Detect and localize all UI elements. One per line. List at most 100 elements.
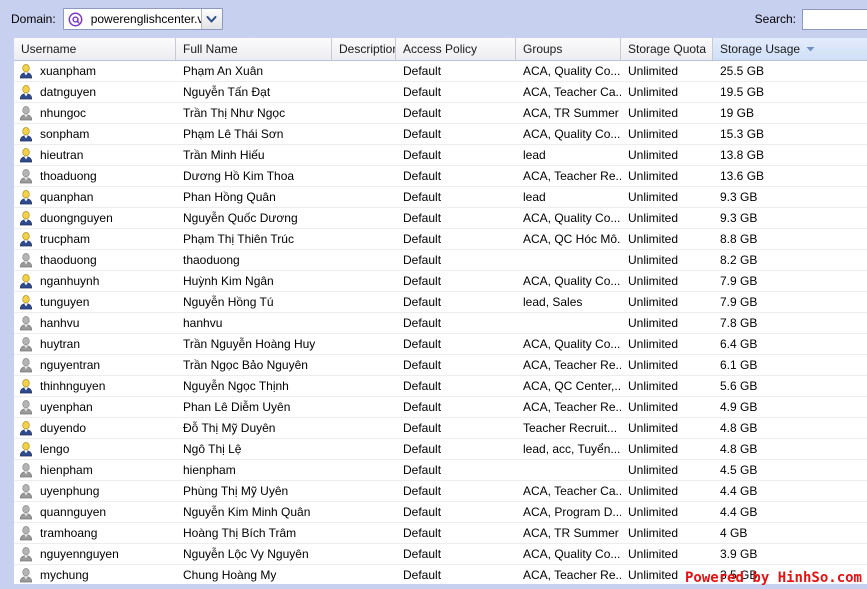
cell-description: [332, 481, 396, 502]
cell-storage_quota: Unlimited: [628, 505, 679, 519]
cell-storage_quota: Unlimited: [628, 463, 679, 477]
table-row[interactable]: uyenphung Phùng Thị Mỹ Uyên Default ACA, Te…: [14, 481, 867, 502]
table-row[interactable]: hanhvu hanhvu Default Unlimited 7.8 GB: [14, 313, 867, 334]
cell-storage_quota: Unlimited: [628, 379, 679, 393]
username-text: lengo: [40, 442, 70, 456]
table-row[interactable]: lengo Ngô Thị Lệ Default lead, acc, Tuyển..…: [14, 439, 867, 460]
cell-storage_usage: 4.8 GB: [720, 421, 758, 435]
user-inactive-icon: [18, 315, 34, 331]
user-management-window: Domain: powerenglishcenter.vn Search: Us…: [0, 0, 867, 589]
table-row[interactable]: nguyennguyen Nguyễn Lộc Vy Nguyên Default A…: [14, 544, 867, 565]
cell-fullname: Trần Ngọc Bảo Nguyên: [183, 358, 308, 372]
cell-groups: ACA, Teacher Re...: [523, 568, 621, 582]
cell-storage_quota: Unlimited: [628, 337, 679, 351]
cell-storage_quota: Unlimited: [628, 106, 679, 120]
cell-description: [332, 418, 396, 439]
column-header-label: Storage Quota: [628, 42, 707, 56]
cell-storage_quota: Unlimited: [628, 169, 679, 183]
cell-username: thinhnguyen: [14, 376, 176, 397]
cell-groups: ACA, Teacher Re...: [523, 358, 621, 372]
cell-access_policy: Default: [403, 421, 442, 435]
cell-storage_quota: Unlimited: [628, 232, 679, 246]
cell-fullname: Ngô Thị Lệ: [183, 442, 242, 456]
cell-storage_quota: Unlimited: [628, 316, 679, 330]
column-header-fullname[interactable]: Full Name: [176, 38, 332, 60]
table-row[interactable]: quanphan Phan Hồng Quân Default lead Unlimit…: [14, 187, 867, 208]
cell-access_policy: Default: [403, 358, 442, 372]
user-inactive-icon: [18, 336, 34, 352]
cell-storage_usage: 6.4 GB: [720, 337, 758, 351]
column-header-description[interactable]: Description: [332, 38, 396, 60]
user-inactive-icon: [18, 252, 34, 268]
column-header-label: Description: [339, 42, 396, 56]
cell-description: [332, 229, 396, 250]
cell-username: trucpham: [14, 229, 176, 250]
table-row[interactable]: tunguyen Nguyễn Hồng Tú Default lead, Sales…: [14, 292, 867, 313]
cell-fullname: hanhvu: [183, 316, 223, 330]
user-active-icon: [18, 84, 34, 100]
table-row[interactable]: huytran Trần Nguyễn Hoàng Huy Default ACA, …: [14, 334, 867, 355]
table-row[interactable]: thaoduong thaoduong Default Unlimited 8.2 GB: [14, 250, 867, 271]
cell-username: nganhuynh: [14, 271, 176, 292]
cell-fullname: Hoàng Thị Bích Trâm: [183, 526, 297, 540]
column-header-label: Username: [21, 42, 77, 56]
cell-username: tunguyen: [14, 292, 176, 313]
table-row[interactable]: hieutran Trần Minh Hiếu Default lead Unlimit…: [14, 145, 867, 166]
cell-username: thaoduong: [14, 250, 176, 271]
table-row[interactable]: duongnguyen Nguyễn Quốc Dương Default ACA, …: [14, 208, 867, 229]
chevron-down-icon[interactable]: [200, 9, 222, 29]
table-row[interactable]: tramhoang Hoàng Thị Bích Trâm Default ACA, …: [14, 523, 867, 544]
column-header-groups[interactable]: Groups: [516, 38, 621, 60]
column-header-storage_quota[interactable]: Storage Quota: [621, 38, 713, 60]
user-active-icon: [18, 294, 34, 310]
username-text: duyendo: [40, 421, 87, 435]
cell-groups: lead: [523, 148, 546, 162]
cell-storage_quota: Unlimited: [628, 85, 679, 99]
search-input[interactable]: [802, 8, 867, 30]
table-row[interactable]: nguyentran Trần Ngọc Bảo Nguyên Default ACA…: [14, 355, 867, 376]
user-inactive-icon: [18, 105, 34, 121]
table-row[interactable]: nganhuynh Huỳnh Kim Ngân Default ACA, Quali…: [14, 271, 867, 292]
table-row[interactable]: sonpham Phạm Lê Thái Sơn Default ACA, Quali…: [14, 124, 867, 145]
cell-fullname: Dương Hồ Kim Thoa: [183, 169, 295, 183]
cell-access_policy: Default: [403, 295, 442, 309]
cell-access_policy: Default: [403, 526, 442, 540]
user-inactive-icon: [18, 483, 34, 499]
username-text: nguyentran: [40, 358, 101, 372]
domain-label: Domain:: [11, 12, 56, 26]
username-text: tunguyen: [40, 295, 90, 309]
cell-username: xuanpham: [14, 61, 176, 82]
table-row[interactable]: nhungoc Trần Thị Như Ngọc Default ACA, TR S…: [14, 103, 867, 124]
cell-fullname: Đỗ Thị Mỹ Duyên: [183, 421, 276, 435]
cell-storage_usage: 7.9 GB: [720, 295, 758, 309]
table-row[interactable]: trucpham Phạm Thị Thiên Trúc Default ACA, Q…: [14, 229, 867, 250]
table-row[interactable]: xuanpham Phạm An Xuân Default ACA, Quality …: [14, 61, 867, 82]
cell-username: nhungoc: [14, 103, 176, 124]
cell-username: quanphan: [14, 187, 176, 208]
table-row[interactable]: thoaduong Dương Hồ Kim Thoa Default ACA, Te…: [14, 166, 867, 187]
cell-groups: [516, 313, 621, 334]
cell-description: [332, 376, 396, 397]
domain-dropdown[interactable]: powerenglishcenter.vn: [62, 8, 223, 30]
username-text: sonpham: [40, 127, 90, 141]
table-row[interactable]: thinhnguyen Nguyễn Ngọc Thịnh Default ACA, …: [14, 376, 867, 397]
table-row[interactable]: uyenphan Phan Lê Diễm Uyên Default ACA, Tea…: [14, 397, 867, 418]
table-row[interactable]: duyendo Đỗ Thị Mỹ Duyên Default Teacher Rec…: [14, 418, 867, 439]
table-row[interactable]: datnguyen Nguyễn Tấn Đạt Default ACA, Teach…: [14, 82, 867, 103]
cell-username: uyenphan: [14, 397, 176, 418]
table-row[interactable]: hienpham hienpham Default Unlimited 4.5 GB: [14, 460, 867, 481]
cell-fullname: hienpham: [183, 463, 236, 477]
column-header-access_policy[interactable]: Access Policy: [396, 38, 516, 60]
cell-storage_usage: 8.8 GB: [720, 232, 758, 246]
column-header-username[interactable]: Username: [14, 38, 176, 60]
cell-fullname: Phan Lê Diễm Uyên: [183, 400, 291, 414]
table-row[interactable]: mychung Chung Hoàng My Default ACA, Teacher…: [14, 565, 867, 586]
cell-storage_quota: Unlimited: [628, 148, 679, 162]
column-header-storage_usage[interactable]: Storage Usage: [713, 38, 867, 60]
cell-fullname: Phan Hồng Quân: [183, 190, 276, 204]
cell-description: [332, 397, 396, 418]
username-text: thinhnguyen: [40, 379, 106, 393]
cell-access_policy: Default: [403, 463, 442, 477]
cell-fullname: Phạm Lê Thái Sơn: [183, 127, 284, 141]
table-row[interactable]: quannguyen Nguyễn Kim Minh Quân Default ACA…: [14, 502, 867, 523]
